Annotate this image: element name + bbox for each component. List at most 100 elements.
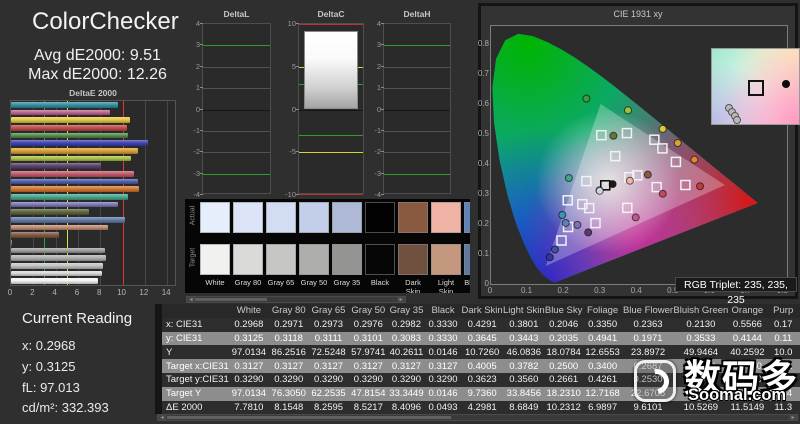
tick-mark xyxy=(200,87,203,89)
results-table: White Gray 80 Gray 65 Gray 50 Gray 35 Black Da… xyxy=(162,304,800,414)
scroll-left-icon[interactable]: ◂ xyxy=(187,297,195,303)
tick-mark xyxy=(200,194,203,195)
column-header: Black xyxy=(424,304,462,318)
x-tick-0: 0 xyxy=(7,288,13,297)
de-bar-white xyxy=(11,278,98,285)
actual-patch-dark-skin xyxy=(398,202,428,233)
ref-line xyxy=(299,194,363,195)
table-cell: 0.2130 xyxy=(673,317,729,332)
page-title: ColorChecker xyxy=(32,8,179,35)
table-cell: 57.9741 xyxy=(348,345,389,360)
patch-grid-scrollbar[interactable]: ◂ ▸ xyxy=(186,296,406,303)
target-patch-blue-sky xyxy=(464,244,470,275)
column-header: White xyxy=(228,304,269,318)
table-row: Y 97.0134 86.2516 72.5248 57.9741 40.2611 0.01… xyxy=(162,345,800,360)
measured-marker xyxy=(564,174,573,183)
target-patch-light-skin xyxy=(431,244,461,275)
de-bar-orange-yellow xyxy=(11,148,139,154)
table-cell: 0.2976 xyxy=(348,317,389,332)
x-tick-8: 8 xyxy=(97,288,102,297)
table-cell: 0.5566 xyxy=(728,317,767,332)
table-cell: 0.3127 xyxy=(424,359,462,373)
tick-mark xyxy=(381,65,384,67)
cie-y-tick-0.2: 0.2 xyxy=(477,219,489,228)
actual-patch-light-skin xyxy=(431,202,461,233)
y-tick-0: 0 xyxy=(195,104,200,114)
measured-marker xyxy=(673,139,682,147)
measured-marker xyxy=(690,155,699,164)
scroll-right-icon[interactable]: ▸ xyxy=(397,297,405,303)
table-cell: 0.2500 xyxy=(544,359,583,373)
scroll-left-icon[interactable]: ◂ xyxy=(158,415,166,421)
y-tick--4: -4 xyxy=(374,190,381,199)
row-label: x: CIE31 xyxy=(162,317,229,332)
table-cell: 6.9897 xyxy=(582,400,623,414)
table-cell: 10.2312 xyxy=(544,400,583,414)
column-header: Foliage xyxy=(582,304,623,318)
patch-label: Dark Skin xyxy=(405,278,421,293)
measured-marker xyxy=(558,211,567,219)
tick-mark xyxy=(296,108,299,110)
y-tick--4: -4 xyxy=(193,190,200,199)
measured-marker xyxy=(631,213,640,222)
deltal-chart xyxy=(202,23,271,194)
tick-mark xyxy=(200,44,203,46)
tick-mark xyxy=(381,129,384,131)
column-header: Gray 65 xyxy=(308,304,349,318)
ref-line xyxy=(384,173,450,175)
mini-title-deltal: DeltaL xyxy=(223,9,250,19)
de-bar-gray-50 xyxy=(11,255,107,262)
table-cell: 0.21 xyxy=(766,359,800,373)
de-bar-purplish-blue xyxy=(11,178,138,185)
y-tick--3: -3 xyxy=(193,168,200,178)
ref-line xyxy=(203,130,270,132)
table-cell: 86.2516 xyxy=(268,345,309,360)
table-cell: 0.4144 xyxy=(728,331,767,346)
table-cell: 10.5269 xyxy=(673,400,729,414)
ref-line xyxy=(299,109,363,111)
patch-label: Gray 65 xyxy=(267,278,295,287)
table-cell: 27.4269 xyxy=(728,386,767,401)
x-tick-2: 2 xyxy=(30,288,35,297)
reading-fl: fL: 97.013 xyxy=(22,380,80,395)
colorchecker-results-table: White Gray 80 Gray 65 Gray 50 Gray 35 Black Da… xyxy=(162,304,800,414)
table-cell: 8.2595 xyxy=(308,400,349,414)
patch-label: Black xyxy=(370,278,390,287)
y-tick-2: 2 xyxy=(195,61,200,71)
measured-marker xyxy=(658,124,667,133)
inset-target-marker xyxy=(748,80,764,96)
table-scrollbar[interactable]: ◂ ▸ xyxy=(157,414,798,421)
de2000-x-axis: 0 2 4 6 8 10 12 14 xyxy=(8,288,180,298)
scrollbar-thumb[interactable] xyxy=(195,298,267,301)
de2000-bar-chart xyxy=(10,100,176,286)
table-cell: 11.4 xyxy=(766,386,800,401)
de-bar-blue xyxy=(11,140,148,147)
colorchecker-app: ColorChecker Avg dE2000: 9.51 Max dE2000… xyxy=(0,0,800,424)
table-cell: 46.0836 xyxy=(502,345,545,360)
patch-label: Gray 80 xyxy=(234,278,262,287)
ref-line xyxy=(203,88,270,90)
measured-marker xyxy=(582,94,591,103)
y-tick-0: 0 xyxy=(376,104,381,114)
column-header: Dark Skin xyxy=(461,304,503,318)
table-cell: 0.3127 xyxy=(388,359,425,373)
patch-comparison-grid: Actual Target White Gray 80 Gray 65 Gray 50… xyxy=(185,199,470,293)
table-cell: 0.3560 xyxy=(502,372,545,387)
de-bar-purple xyxy=(11,163,102,170)
tick-mark xyxy=(200,23,203,24)
gridline xyxy=(167,101,169,285)
de-bar-gray-80 xyxy=(11,270,102,277)
table-cell: 0.2982 xyxy=(388,317,425,332)
cie-y-tick-0.6: 0.6 xyxy=(477,99,489,108)
table-cell: 18.0784 xyxy=(544,345,583,360)
table-cell: 72.5248 xyxy=(308,345,349,360)
table-cell: 0.4005 xyxy=(461,359,503,373)
target-patch-gray-80 xyxy=(233,244,263,275)
table-cell: 49.9464 xyxy=(673,345,729,360)
scrollbar-thumb[interactable] xyxy=(167,416,451,419)
tick-mark xyxy=(381,23,384,24)
scroll-right-icon[interactable]: ▸ xyxy=(789,415,797,421)
deltac-bar xyxy=(304,30,358,110)
table-cell: 0.0493 xyxy=(424,400,462,414)
de2000-chart-title: DeltaE 2000 xyxy=(69,88,117,98)
